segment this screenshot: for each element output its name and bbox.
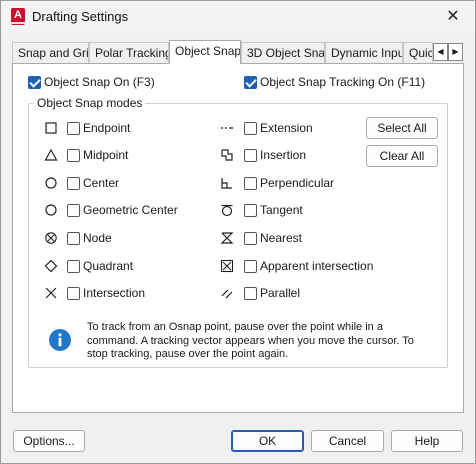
quadrant-label: Quadrant: [83, 259, 134, 273]
perpendicular-label: Perpendicular: [260, 176, 335, 190]
window-title: Drafting Settings: [32, 9, 129, 24]
tab-strip: Snap and Grid Polar Tracking Object Snap…: [12, 40, 464, 64]
options-button[interactable]: Options...: [13, 430, 85, 452]
center-checkbox[interactable]: [67, 177, 80, 190]
tangent-label: Tangent: [260, 203, 303, 217]
autocad-app-icon: A: [11, 8, 25, 25]
apparent-intersection-icon: [220, 259, 234, 273]
help-button[interactable]: Help: [391, 430, 463, 452]
apparent-intersection-label: Apparent intersection: [260, 259, 374, 273]
parallel-label: Parallel: [260, 286, 301, 300]
perpendicular-icon: [221, 178, 232, 189]
endpoint-label: Endpoint: [83, 121, 131, 135]
node-label: Node: [83, 231, 112, 245]
endpoint-checkbox[interactable]: [67, 122, 80, 135]
midpoint-label: Midpoint: [83, 148, 129, 162]
tab-3d-object-snap[interactable]: 3D Object Snap: [241, 42, 325, 63]
geometric-center-checkbox[interactable]: [67, 204, 80, 217]
clear-all-button[interactable]: Clear All: [366, 145, 438, 167]
parallel-checkbox[interactable]: [244, 287, 257, 300]
tab-dynamic-input[interactable]: Dynamic Input: [325, 42, 403, 63]
node-icon: [45, 232, 57, 244]
insertion-icon: [221, 149, 233, 161]
insertion-label: Insertion: [260, 148, 307, 162]
info-icon: [49, 329, 71, 351]
arrow-right-icon: ▶: [452, 47, 459, 56]
tangent-checkbox[interactable]: [244, 204, 257, 217]
tab-quick-properties[interactable]: Quic: [403, 42, 433, 63]
nearest-label: Nearest: [260, 231, 303, 245]
object-snap-on-label: Object Snap On (F3): [44, 75, 155, 89]
node-checkbox[interactable]: [67, 232, 80, 245]
intersection-checkbox[interactable]: [67, 287, 80, 300]
center-label: Center: [83, 176, 120, 190]
extension-checkbox[interactable]: [244, 122, 257, 135]
geometric-center-icon: [45, 204, 57, 216]
quadrant-icon: [44, 259, 58, 273]
title-bar: A Drafting Settings ✕: [1, 1, 475, 33]
close-icon: ✕: [446, 8, 460, 25]
nearest-icon: [220, 232, 234, 244]
arrow-left-icon: ◀: [437, 47, 444, 56]
object-snap-modes-title: Object Snap modes: [34, 96, 146, 110]
extension-label: Extension: [260, 121, 313, 135]
insertion-checkbox[interactable]: [244, 149, 257, 162]
intersection-label: Intersection: [83, 286, 146, 300]
tab-snap-and-grid[interactable]: Snap and Grid: [12, 42, 89, 63]
endpoint-icon: [45, 122, 57, 134]
quadrant-checkbox[interactable]: [67, 260, 80, 273]
tracking-info-text: To track from an Osnap point, pause over…: [87, 321, 414, 360]
perpendicular-checkbox[interactable]: [244, 177, 257, 190]
object-snap-tracking-on-label: Object Snap Tracking On (F11): [260, 75, 426, 89]
midpoint-checkbox[interactable]: [67, 149, 80, 162]
apparent-intersection-checkbox[interactable]: [244, 260, 257, 273]
object-snap-tracking-on-checkbox[interactable]: [244, 76, 257, 89]
cancel-button[interactable]: Cancel: [311, 430, 384, 452]
nearest-checkbox[interactable]: [244, 232, 257, 245]
center-icon: [45, 177, 57, 189]
midpoint-icon: [44, 148, 58, 161]
parallel-icon: [221, 289, 233, 299]
close-button[interactable]: ✕: [431, 1, 475, 32]
extension-icon: [221, 127, 233, 129]
ok-button[interactable]: OK: [231, 430, 304, 452]
intersection-icon: [45, 287, 57, 299]
tab-polar-tracking[interactable]: Polar Tracking: [89, 42, 169, 63]
select-all-button[interactable]: Select All: [366, 117, 438, 139]
tab-object-snap[interactable]: Object Snap: [169, 40, 241, 64]
tab-scroll-right-button[interactable]: ▶: [448, 43, 463, 61]
tangent-icon: [221, 204, 233, 217]
geometric-center-label: Geometric Center: [83, 203, 178, 217]
object-snap-on-checkbox[interactable]: [28, 76, 41, 89]
tab-scroll-left-button[interactable]: ◀: [433, 43, 448, 61]
